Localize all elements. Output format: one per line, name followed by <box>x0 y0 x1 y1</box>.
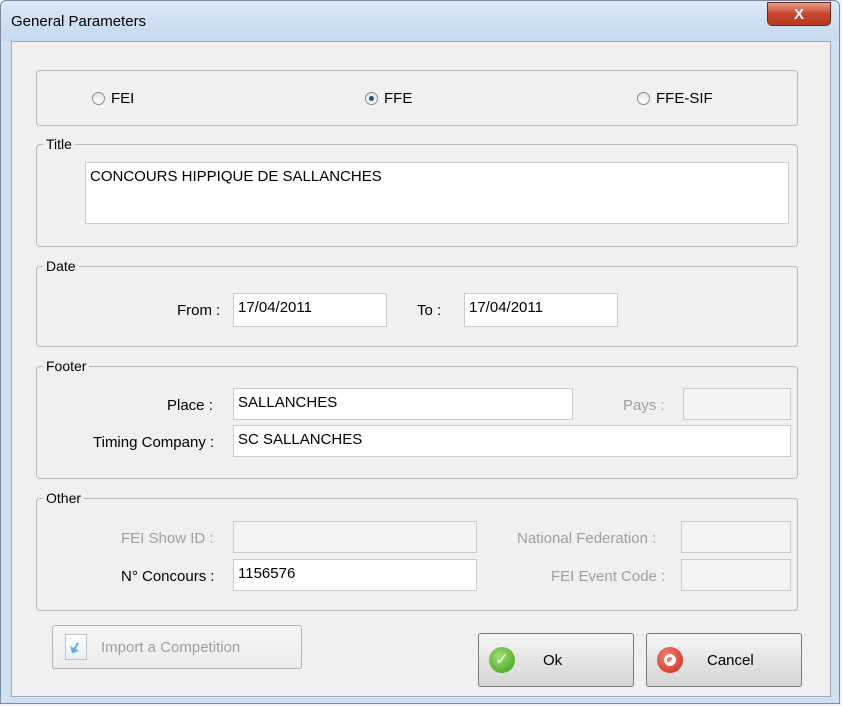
title-input[interactable]: CONCOURS HIPPIQUE DE SALLANCHES <box>85 162 789 224</box>
ok-button[interactable]: ✓ Ok <box>478 633 634 687</box>
close-icon: X <box>793 5 804 23</box>
title-legend: Title <box>43 136 75 152</box>
radio-ffe-label: FFE <box>384 90 413 107</box>
from-date-input[interactable]: 17/04/2011 <box>233 293 387 327</box>
radio-ffe-sif[interactable]: FFE-SIF <box>637 90 713 107</box>
import-competition-button[interactable]: Import a Competition <box>52 625 302 669</box>
date-group: Date From : 17/04/2011 17/04/2011 To : 1… <box>36 258 798 347</box>
cancel-label: Cancel <box>707 651 754 669</box>
radio-fei-icon <box>92 92 105 105</box>
timing-company-input[interactable]: SC SALLANCHES <box>233 425 791 457</box>
radio-ffe[interactable]: FFE <box>365 90 412 107</box>
radio-ffe-sif-label: FFE-SIF <box>656 90 713 107</box>
date-legend: Date <box>43 258 79 274</box>
radio-ffe-sif-icon <box>637 92 650 105</box>
concours-label: N° Concours : <box>121 568 215 585</box>
to-date-input[interactable]: 17/04/2011 <box>464 293 618 327</box>
place-label: Place : <box>167 397 213 414</box>
fei-event-code-input[interactable] <box>681 559 791 591</box>
import-competition-label: Import a Competition <box>101 638 241 656</box>
cancel-button[interactable]: Cancel <box>646 633 802 687</box>
pays-input[interactable] <box>683 388 791 420</box>
to-label-text: To : <box>417 302 442 319</box>
close-button[interactable]: X <box>767 2 831 26</box>
other-legend: Other <box>43 490 85 506</box>
fei-event-code-label: FEI Event Code : <box>551 568 666 585</box>
fei-show-id-label: FEI Show ID : <box>121 530 214 547</box>
dialog-body: FEI FFE FFE-SIF Title CONCOURS HIPPIQUE … <box>11 41 831 697</box>
federation-group: FEI FFE FFE-SIF <box>36 70 798 126</box>
timing-company-label: Timing Company : <box>93 434 215 451</box>
national-federation-input[interactable] <box>681 521 791 553</box>
pays-label: Pays : <box>623 397 665 414</box>
window-title: General Parameters <box>11 13 147 30</box>
place-input[interactable]: SALLANCHES <box>233 388 573 420</box>
checkmark-icon: ✓ <box>489 647 515 673</box>
title-group: Title CONCOURS HIPPIQUE DE SALLANCHES <box>36 136 798 247</box>
other-group: Other FEI Show ID : National Federation … <box>36 490 798 611</box>
ok-label: Ok <box>543 651 563 669</box>
general-parameters-window: General Parameters X FEI FFE FFE-SIF Tit… <box>0 0 840 704</box>
radio-ffe-icon <box>365 92 378 105</box>
footer-legend: Footer <box>43 358 90 374</box>
title-bar[interactable]: General Parameters X <box>1 1 839 41</box>
from-label: From : <box>177 302 221 319</box>
cancel-icon <box>657 647 683 673</box>
footer-group: Footer Place : SALLANCHES Pays : Timing … <box>36 358 798 479</box>
national-federation-label: National Federation : <box>517 530 657 547</box>
fei-show-id-input[interactable] <box>233 521 477 553</box>
import-icon <box>65 634 87 660</box>
radio-fei-label: FEI <box>111 90 135 107</box>
concours-input[interactable]: 1156576 <box>233 559 477 591</box>
radio-fei[interactable]: FEI <box>92 90 134 107</box>
